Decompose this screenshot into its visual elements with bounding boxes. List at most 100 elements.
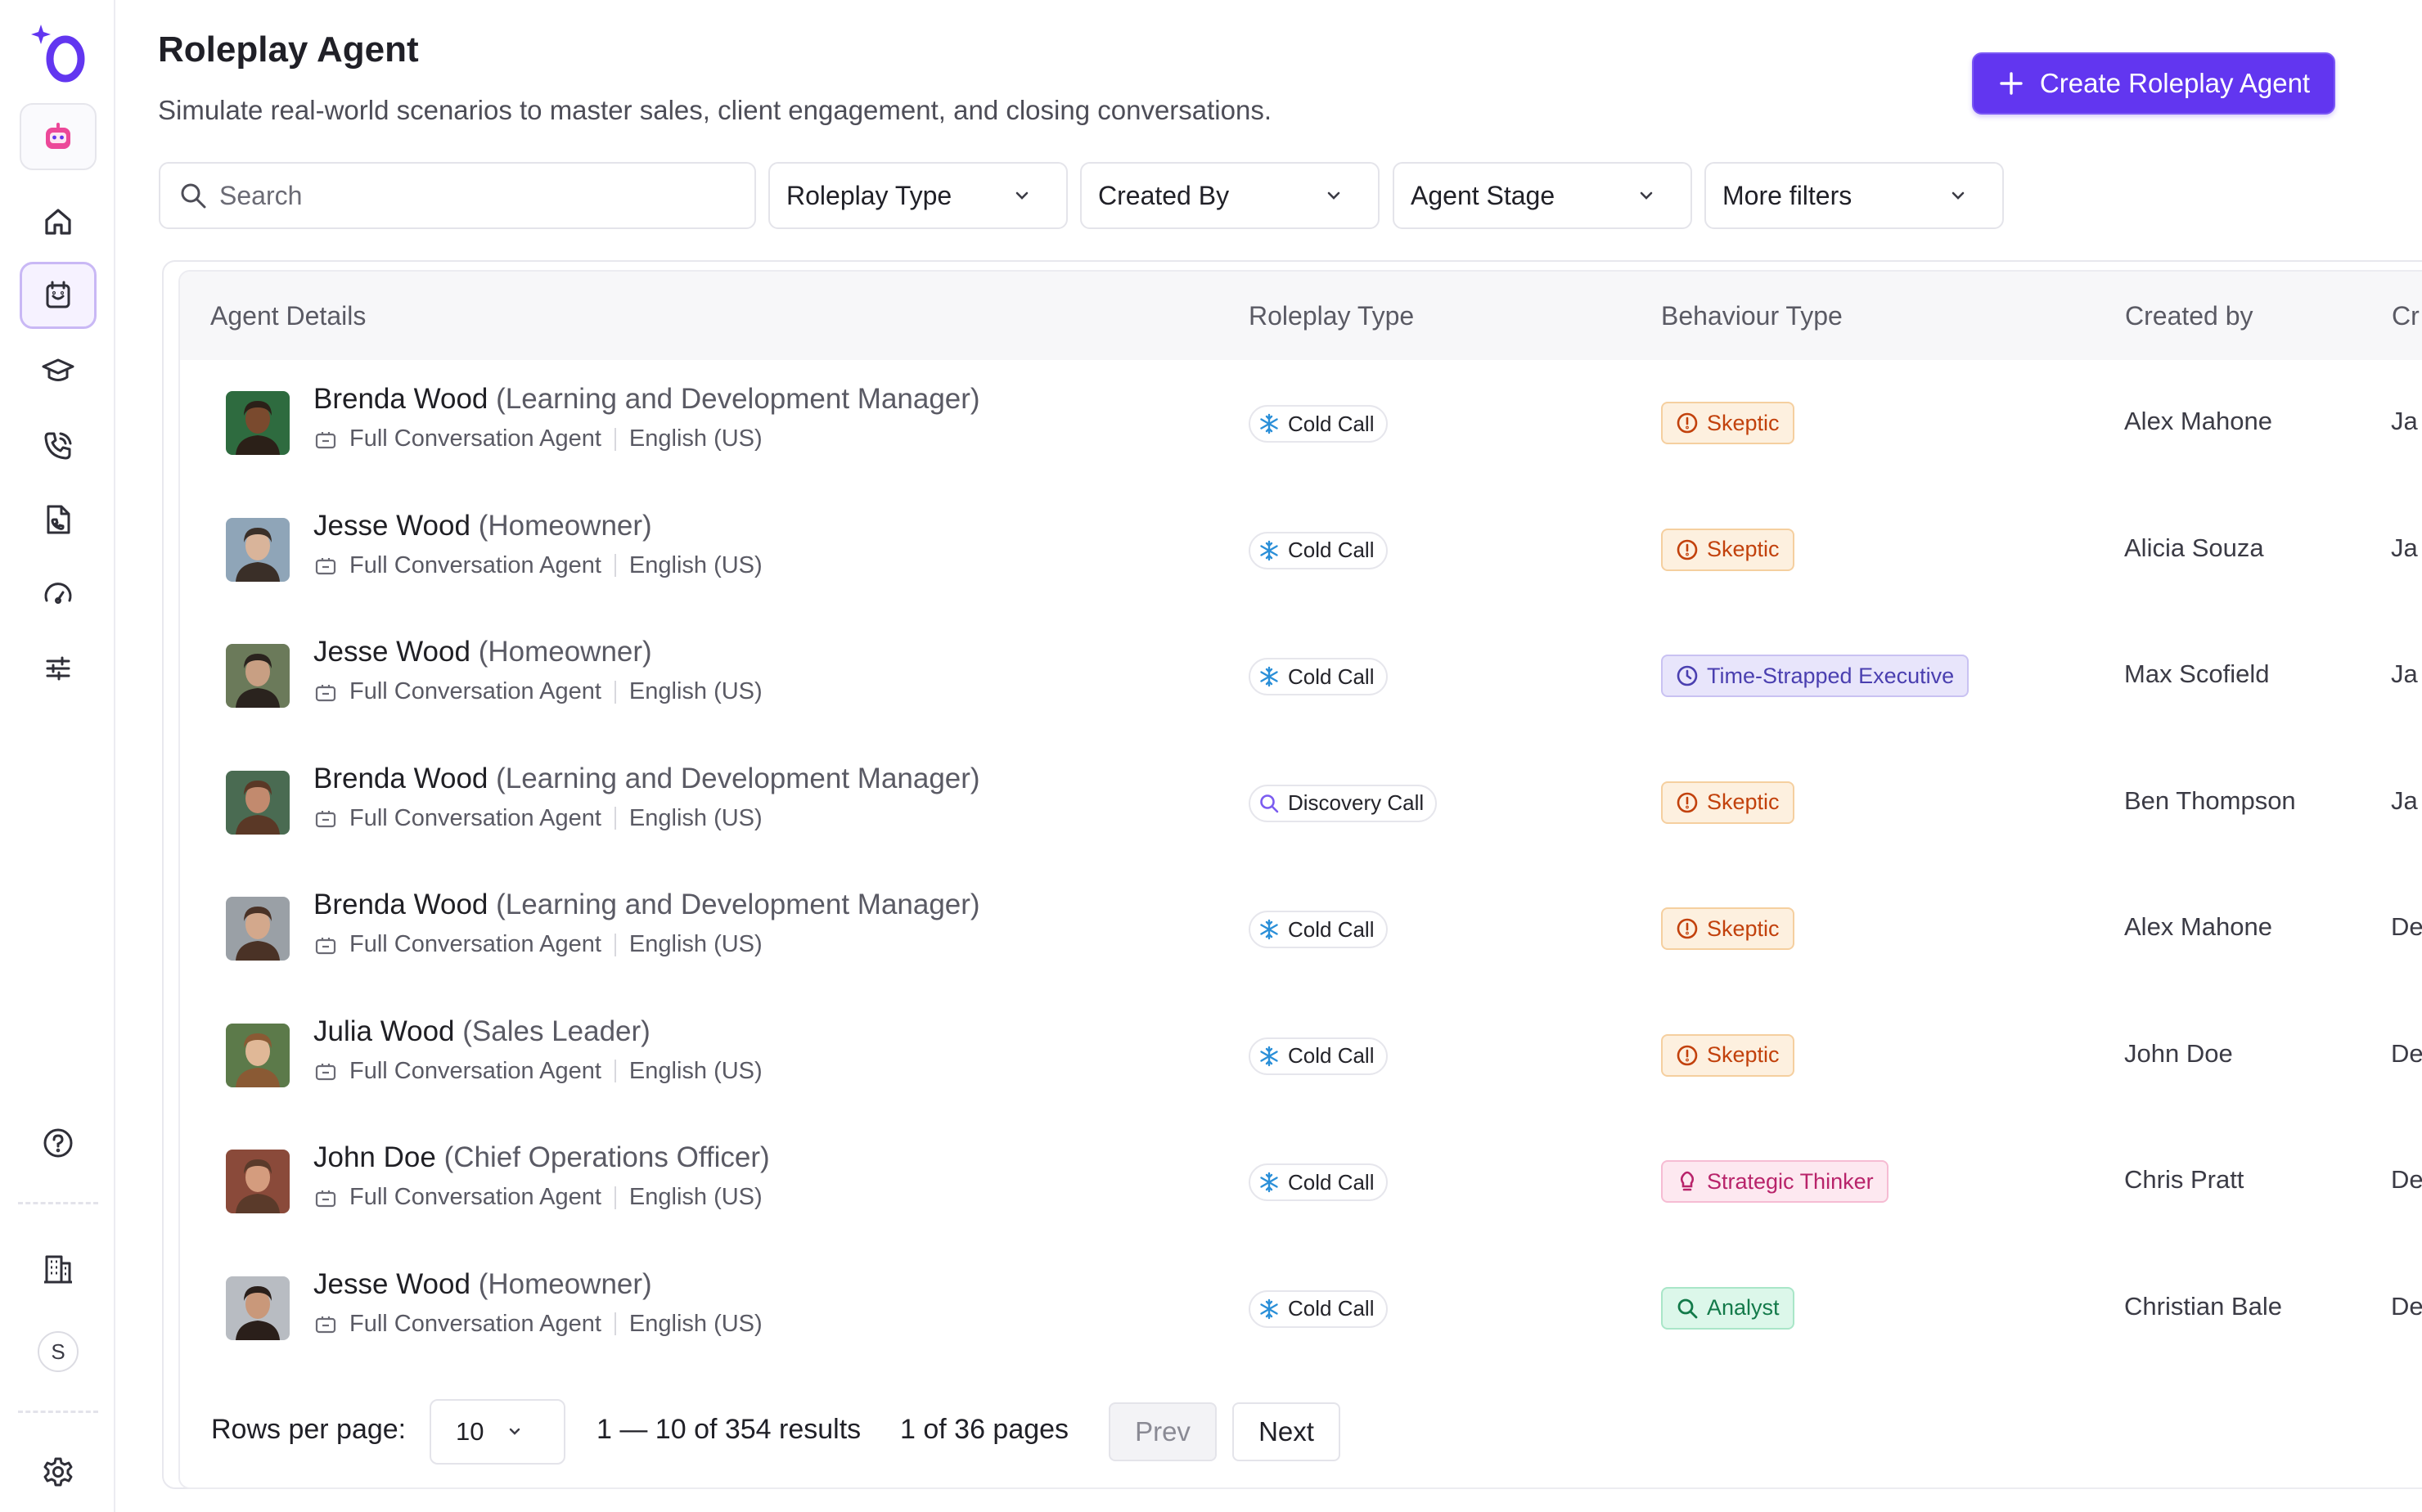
next-page-button[interactable]: Next	[1232, 1402, 1340, 1461]
column-header-roleplay-type[interactable]: Roleplay Type	[1249, 301, 1414, 331]
sidebar-item-settings-sliders[interactable]	[20, 635, 97, 702]
filter-agent-stage[interactable]: Agent Stage	[1393, 162, 1692, 229]
app-logo[interactable]	[31, 23, 87, 83]
sidebar-item-calls[interactable]	[20, 412, 97, 479]
alert-icon	[1676, 412, 1699, 434]
roleplay-type-badge: Cold Call	[1249, 405, 1388, 443]
roleplay-type-text: Cold Call	[1288, 1169, 1375, 1195]
bot-outline-icon	[315, 684, 336, 701]
created-on-cell: Ja	[2391, 659, 2418, 688]
rows-per-page-select[interactable]: 10	[430, 1399, 565, 1465]
sidebar-item-performance[interactable]	[20, 561, 97, 628]
agent-name[interactable]: Jesse Wood (Homeowner)	[313, 1268, 652, 1301]
agent-role: (Learning and Development Manager)	[496, 889, 980, 920]
table-row[interactable]: Jesse Wood (Homeowner) Full Conversation…	[180, 1245, 2422, 1371]
graduation-cap-icon	[42, 358, 74, 381]
filter-created-by-label: Created By	[1098, 180, 1230, 210]
agent-type: Full Conversation Agent	[349, 678, 601, 704]
agent-name-text: Jesse Wood	[313, 1267, 470, 1300]
sidebar-item-learning[interactable]	[20, 337, 97, 404]
table-row[interactable]: John Doe (Chief Operations Officer) Full…	[180, 1118, 2422, 1244]
meta-separator	[614, 933, 616, 956]
column-header-behaviour-type[interactable]: Behaviour Type	[1661, 301, 1843, 331]
behaviour-badge: Skeptic	[1661, 1033, 1794, 1077]
filter-more-filters[interactable]: More filters	[1704, 162, 2004, 229]
sidebar-item-home[interactable]	[20, 188, 97, 255]
agent-avatar	[226, 644, 290, 708]
building-icon	[44, 1255, 72, 1284]
agent-role: (Chief Operations Officer)	[443, 1141, 770, 1173]
agent-name[interactable]: Julia Wood (Sales Leader)	[313, 1015, 651, 1048]
agent-name[interactable]: Brenda Wood (Learning and Development Ma…	[313, 763, 980, 795]
agent-name[interactable]: Jesse Wood (Homeowner)	[313, 510, 652, 542]
created-by-cell: Ben Thompson	[2124, 785, 2296, 815]
agent-name[interactable]: Brenda Wood (Learning and Development Ma…	[313, 383, 980, 416]
bot-outline-icon	[315, 1316, 336, 1334]
sidebar-item-organization[interactable]	[20, 1235, 97, 1303]
column-header-created-by[interactable]: Created by	[2125, 301, 2253, 331]
agent-name[interactable]: Brenda Wood (Learning and Development Ma…	[313, 889, 980, 921]
table-row[interactable]: Julia Wood (Sales Leader) Full Conversat…	[180, 992, 2422, 1118]
speedometer-icon	[44, 583, 72, 604]
sidebar-item-roleplay[interactable]	[20, 262, 97, 329]
behaviour-text: Skeptic	[1707, 1042, 1780, 1067]
sidebar-item-settings[interactable]	[20, 1438, 97, 1505]
agent-type: Full Conversation Agent	[349, 1184, 601, 1210]
chevron-down-icon	[1327, 191, 1340, 200]
chevron-down-icon	[1015, 191, 1029, 200]
agent-name-text: Brenda Wood	[313, 889, 488, 920]
chevron-down-icon	[1640, 191, 1653, 200]
roleplay-type-text: Cold Call	[1288, 1043, 1375, 1068]
agent-avatar	[226, 391, 290, 455]
snowflake-icon	[1260, 1298, 1278, 1319]
agent-type: Full Conversation Agent	[349, 804, 601, 831]
created-on-cell: De	[2391, 1038, 2422, 1068]
pagination-pages: 1 of 36 pages	[900, 1414, 1069, 1445]
sidebar-divider-bottom	[18, 1411, 98, 1413]
table-row[interactable]: Brenda Wood (Learning and Development Ma…	[180, 866, 2422, 992]
agent-name[interactable]: Jesse Wood (Homeowner)	[313, 636, 652, 668]
bot-outline-icon	[315, 558, 336, 575]
search-input[interactable]	[219, 180, 710, 211]
meta-separator	[614, 554, 616, 577]
user-initial: S	[51, 1339, 65, 1364]
meta-separator	[614, 680, 616, 704]
table-row[interactable]: Jesse Wood (Homeowner) Full Conversation…	[180, 487, 2422, 613]
created-on-cell: Ja	[2391, 785, 2418, 815]
agent-language: English (US)	[628, 425, 763, 452]
behaviour-text: Time-Strapped Executive	[1707, 663, 1955, 688]
behaviour-badge: Time-Strapped Executive	[1661, 655, 1970, 697]
roleplay-type-text: Cold Call	[1288, 411, 1375, 436]
agent-type: Full Conversation Agent	[349, 551, 601, 578]
create-roleplay-agent-button[interactable]: Create Roleplay Agent	[1972, 52, 2335, 115]
created-by-cell: John Doe	[2124, 1038, 2233, 1068]
snowflake-icon	[1260, 413, 1278, 434]
column-header-created-on[interactable]: Cr	[2392, 301, 2420, 331]
plus-icon	[2000, 72, 2023, 95]
meta-separator	[614, 427, 616, 451]
table-row[interactable]: Jesse Wood (Homeowner) Full Conversation…	[180, 613, 2422, 739]
table-row[interactable]: Brenda Wood (Learning and Development Ma…	[180, 360, 2422, 486]
roleplay-type-text: Cold Call	[1288, 538, 1375, 562]
alert-icon	[1676, 791, 1699, 814]
agent-language: English (US)	[628, 551, 763, 578]
filter-created-by[interactable]: Created By	[1080, 162, 1380, 229]
behaviour-text: Skeptic	[1707, 916, 1780, 941]
filter-roleplay-type[interactable]: Roleplay Type	[768, 162, 1068, 229]
snowflake-icon	[1260, 919, 1278, 940]
meta-separator	[614, 1060, 616, 1082]
agent-name[interactable]: John Doe (Chief Operations Officer)	[313, 1141, 770, 1174]
agent-name-text: Brenda Wood	[313, 383, 488, 415]
sidebar-item-help[interactable]	[20, 1109, 97, 1177]
behaviour-badge: Analyst	[1661, 1286, 1794, 1330]
alert-icon	[1676, 917, 1699, 940]
sidebar-item-call-logs[interactable]	[20, 486, 97, 553]
table-row[interactable]: Brenda Wood (Learning and Development Ma…	[180, 740, 2422, 866]
column-header-agent-details[interactable]: Agent Details	[210, 301, 366, 331]
agent-language: English (US)	[628, 1310, 763, 1337]
sidebar-item-assistant[interactable]	[20, 103, 97, 170]
help-icon	[43, 1128, 73, 1158]
agent-avatar	[226, 1023, 290, 1087]
user-avatar[interactable]: S	[38, 1331, 79, 1372]
prev-page-button[interactable]: Prev	[1109, 1402, 1217, 1461]
